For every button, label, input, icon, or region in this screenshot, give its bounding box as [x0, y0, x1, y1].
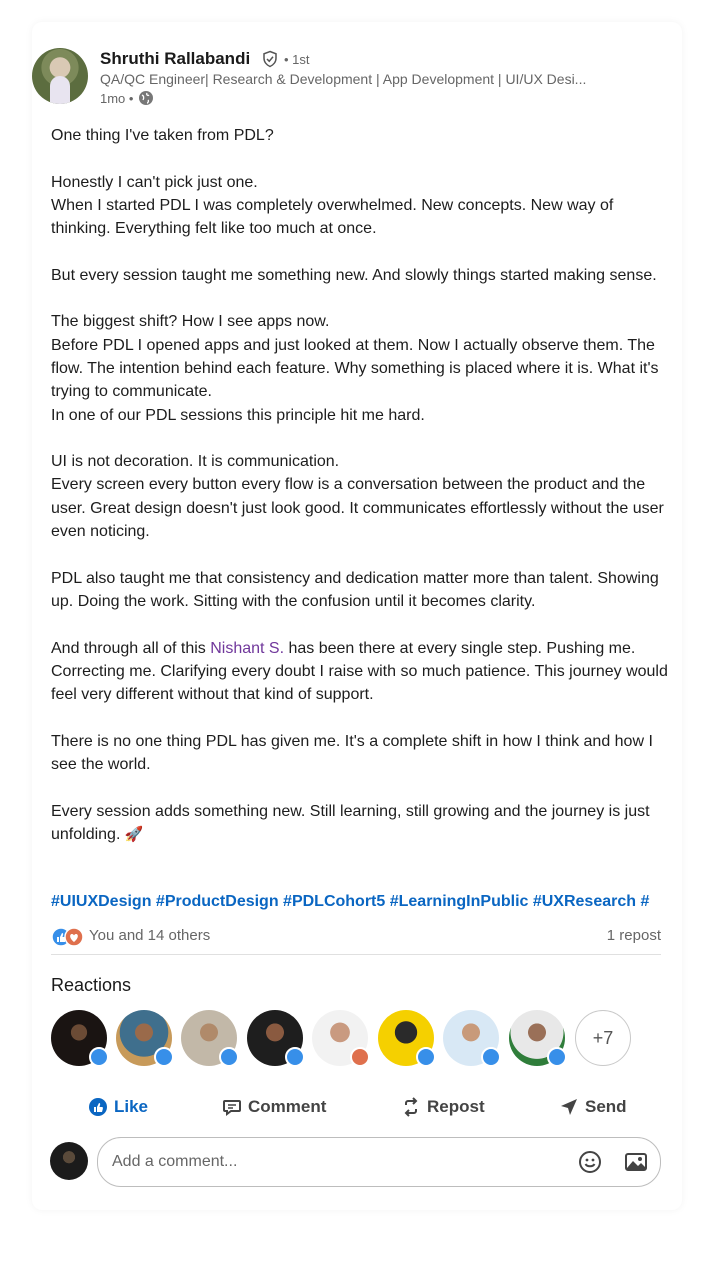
like-badge-icon [219, 1047, 239, 1067]
post-paragraph: But every session taught me something ne… [51, 266, 657, 284]
rocket-icon: 🚀 [124, 825, 144, 843]
reactor-avatar[interactable] [247, 1010, 305, 1067]
like-badge-icon [547, 1047, 567, 1067]
comment-box[interactable] [97, 1137, 661, 1187]
reactor-avatar[interactable] [116, 1010, 174, 1067]
author-avatar[interactable] [32, 48, 88, 104]
comment-input[interactable] [110, 1146, 554, 1178]
like-badge-icon [89, 1047, 109, 1067]
post-paragraph-final: Every session adds something new. Still … [51, 800, 669, 847]
like-badge-icon [481, 1047, 501, 1067]
reactor-avatar[interactable] [312, 1010, 370, 1067]
repost-label: Repost [427, 1097, 485, 1116]
comment-label: Comment [248, 1097, 327, 1116]
post-body: One thing I've taken from PDL? Honestly … [51, 124, 669, 870]
post-paragraph: There is no one thing PDL has given me. … [51, 732, 653, 774]
like-badge-icon [285, 1047, 305, 1067]
post-time: 1mo • [100, 90, 134, 106]
post-paragraph: The biggest shift? How I see apps now. B… [51, 313, 659, 424]
like-label: Like [114, 1097, 149, 1116]
post-time-row: 1mo • [100, 90, 154, 106]
emoji-icon[interactable] [578, 1150, 602, 1174]
verified-icon [263, 50, 277, 68]
like-button[interactable]: Like [88, 1092, 148, 1122]
image-icon[interactable] [624, 1150, 648, 1174]
post-paragraph: PDL also taught me that consistency and … [51, 569, 659, 610]
divider [51, 954, 661, 955]
globe-icon [139, 91, 154, 105]
post-paragraph: Honestly I can't pick just one. When I s… [51, 173, 614, 238]
comment-icon [223, 1100, 241, 1116]
reactions-title: Reactions [51, 975, 132, 995]
repost-button[interactable]: Repost [401, 1092, 485, 1122]
like-badge-icon [416, 1047, 436, 1067]
reactors-list: +7 [51, 1010, 651, 1068]
send-button[interactable]: Send [559, 1092, 627, 1122]
author-name[interactable]: Shruthi Rallabandi [100, 49, 250, 69]
repost-icon [404, 1097, 418, 1117]
current-user-avatar [50, 1142, 88, 1180]
like-badge-icon [154, 1047, 174, 1067]
reactor-avatar[interactable] [378, 1010, 436, 1067]
post-header: Shruthi Rallabandi • 1st QA/QC Engineer|… [32, 32, 682, 116]
more-reactors-button[interactable]: +7 [575, 1010, 631, 1066]
like-icon [89, 1098, 107, 1116]
love-badge-icon [350, 1047, 370, 1067]
post-paragraph: UI is not decoration. It is communicatio… [51, 453, 664, 541]
reaction-icons[interactable] [51, 926, 87, 948]
repost-count[interactable]: 1 repost [607, 927, 661, 944]
post-card: Shruthi Rallabandi • 1st QA/QC Engineer|… [32, 22, 682, 1210]
social-counts: You and 14 others 1 repost [51, 924, 661, 950]
hashtags[interactable]: #UIUXDesign #ProductDesign #PDLCohort5 #… [51, 893, 669, 917]
reactor-avatar[interactable] [51, 1010, 109, 1067]
send-label: Send [585, 1097, 627, 1116]
post-paragraph: One thing I've taken from PDL? [51, 127, 274, 144]
reactor-avatar[interactable] [181, 1010, 239, 1067]
mention-link[interactable]: Nishant S. [210, 640, 284, 657]
reactions-count[interactable]: You and 14 others [89, 927, 210, 944]
author-headline: QA/QC Engineer| Research & Development |… [100, 71, 587, 87]
comment-button[interactable]: Comment [222, 1092, 326, 1122]
reactor-avatar[interactable] [509, 1010, 567, 1067]
post-paragraph-mention: And through all of this Nishant S. has b… [51, 637, 669, 707]
post-actions: Like Comment Repost Send [32, 1092, 682, 1122]
mention-prefix: And through all of this [51, 639, 211, 657]
connection-degree: • 1st [284, 52, 310, 67]
reactor-avatar[interactable] [443, 1010, 501, 1067]
send-icon [561, 1099, 577, 1115]
